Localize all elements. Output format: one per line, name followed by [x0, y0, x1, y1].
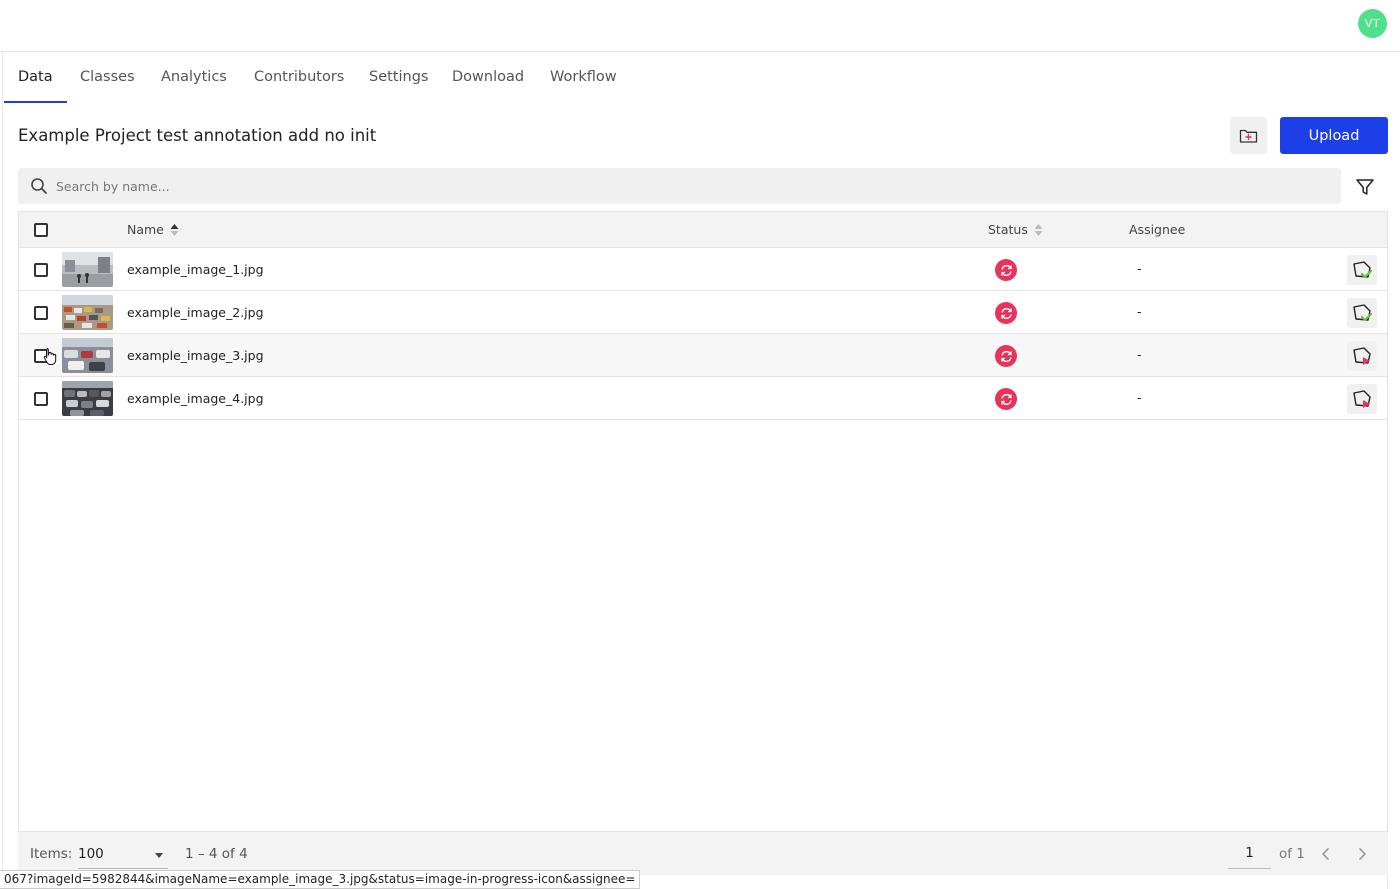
- tab-analytics[interactable]: Analytics: [161, 69, 227, 85]
- search-input[interactable]: [56, 168, 1326, 204]
- annotation-completed-icon: [1353, 304, 1373, 322]
- pagination-footer: Items: 100 1 – 4 of 4 of 1: [18, 831, 1388, 875]
- row-checkbox[interactable]: [34, 263, 48, 277]
- search-icon: [31, 178, 47, 194]
- assignee-value: -: [1137, 390, 1142, 405]
- assignee-value: -: [1137, 347, 1142, 362]
- filter-icon[interactable]: [1355, 177, 1375, 197]
- file-name[interactable]: example_image_2.jpg: [127, 305, 264, 320]
- sort-ascending-icon: [170, 223, 179, 236]
- column-name-label: Name: [127, 222, 164, 237]
- assignee-value: -: [1137, 261, 1142, 276]
- assignee-value: -: [1137, 304, 1142, 319]
- column-assignee-label: Assignee: [1129, 222, 1186, 237]
- column-assignee: Assignee: [1129, 222, 1185, 237]
- search-bar: [18, 168, 1341, 204]
- row-checkbox[interactable]: [34, 392, 48, 406]
- file-name[interactable]: example_image_4.jpg: [127, 391, 264, 406]
- file-name[interactable]: example_image_3.jpg: [127, 348, 264, 363]
- column-status-label: Status: [988, 222, 1028, 237]
- table-row[interactable]: example_image_4.jpg -: [19, 377, 1387, 420]
- active-tab-indicator: [4, 101, 67, 103]
- main-panel: Data Classes Analytics Contributors Sett…: [2, 52, 1400, 889]
- top-bar: VT: [0, 0, 1400, 52]
- page-number-input[interactable]: [1228, 837, 1271, 869]
- tab-download[interactable]: Download: [452, 69, 524, 85]
- folder-plus-icon: [1239, 129, 1258, 143]
- start-annotation-icon: [1353, 347, 1371, 365]
- items-per-page-label: Items:: [30, 846, 73, 862]
- tab-workflow[interactable]: Workflow: [550, 69, 617, 85]
- tab-data[interactable]: Data: [18, 69, 53, 85]
- start-annotation-button[interactable]: [1347, 341, 1377, 371]
- image-thumbnail[interactable]: [62, 381, 113, 416]
- previous-page-icon[interactable]: [1318, 846, 1334, 862]
- new-folder-button[interactable]: [1230, 117, 1267, 154]
- browser-status-url: 067?imageId=5982844&imageName=example_im…: [0, 870, 641, 889]
- table-row[interactable]: example_image_3.jpg -: [19, 334, 1387, 377]
- annotation-completed-icon: [1353, 261, 1373, 279]
- image-in-progress-icon: [995, 388, 1017, 410]
- image-in-progress-icon: [995, 345, 1017, 367]
- image-in-progress-icon: [995, 259, 1017, 281]
- table-row[interactable]: example_image_2.jpg -: [19, 291, 1387, 334]
- table-row[interactable]: example_image_1.jpg -: [19, 248, 1387, 291]
- image-table: Name Status Assignee example_image_1.jpg…: [18, 211, 1388, 889]
- column-name[interactable]: Name: [127, 222, 179, 237]
- start-annotation-icon: [1353, 390, 1371, 408]
- items-per-page-select[interactable]: 100: [78, 839, 168, 869]
- user-avatar[interactable]: VT: [1358, 9, 1387, 38]
- tab-bar: Data Classes Analytics Contributors Sett…: [3, 52, 1399, 104]
- range-label: 1 – 4 of 4: [185, 846, 248, 862]
- tab-contributors[interactable]: Contributors: [254, 69, 344, 85]
- table-header: Name Status Assignee: [19, 212, 1387, 248]
- image-thumbnail[interactable]: [62, 252, 113, 287]
- column-status[interactable]: Status: [988, 222, 1043, 237]
- items-per-page-value: 100: [78, 846, 104, 862]
- project-title: Example Project test annotation add no i…: [18, 126, 377, 145]
- hand-cursor-icon: [43, 348, 57, 365]
- select-all-checkbox[interactable]: [34, 223, 48, 237]
- annotation-completed-button[interactable]: [1347, 255, 1377, 285]
- file-name[interactable]: example_image_1.jpg: [127, 262, 264, 277]
- start-annotation-button[interactable]: [1347, 384, 1377, 414]
- annotation-completed-button[interactable]: [1347, 298, 1377, 328]
- image-thumbnail[interactable]: [62, 295, 113, 330]
- page-count-label: of 1: [1279, 846, 1305, 862]
- sort-icon: [1034, 223, 1043, 236]
- row-checkbox[interactable]: [34, 306, 48, 320]
- tab-classes[interactable]: Classes: [80, 69, 135, 85]
- upload-button[interactable]: Upload: [1280, 117, 1388, 154]
- image-thumbnail[interactable]: [62, 338, 113, 373]
- image-in-progress-icon: [995, 302, 1017, 324]
- next-page-icon[interactable]: [1354, 846, 1370, 862]
- chevron-down-icon: [155, 853, 163, 858]
- tab-settings[interactable]: Settings: [369, 69, 428, 85]
